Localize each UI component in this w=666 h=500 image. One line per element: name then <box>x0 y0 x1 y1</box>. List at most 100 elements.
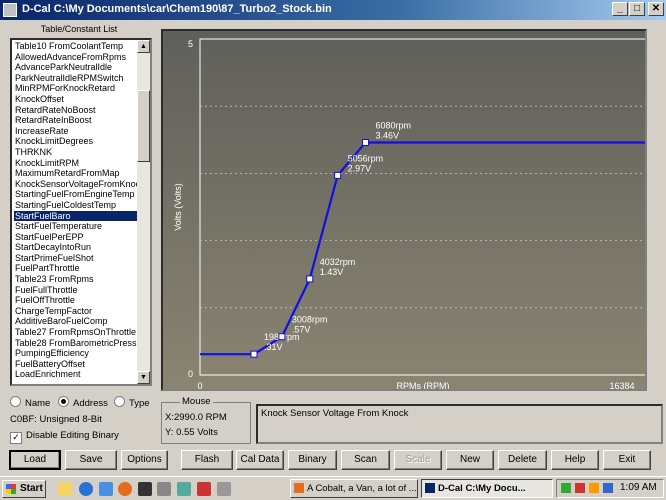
save-button[interactable]: Save <box>65 450 117 470</box>
mouse-y: Y: 0.55 Volts <box>165 427 218 438</box>
quicklaunch-folder-icon[interactable] <box>58 482 72 496</box>
mouse-group: Mouse X:2990.0 RPM Y: 0.55 Volts <box>161 396 251 444</box>
taskbar-item-browser[interactable]: A Cobalt, a Van, a lot of ... <box>290 479 418 498</box>
data-label: 3.46V <box>376 130 400 140</box>
list-item[interactable]: KnockLimitDegrees <box>14 136 139 147</box>
load-button[interactable]: Load <box>9 450 61 470</box>
list-item[interactable]: AllowedAdvanceFromRpms <box>14 52 139 63</box>
list-item[interactable]: MinRPMForKnockRetard <box>14 83 139 94</box>
title-bar[interactable]: D-Cal C:\My Documents\car\Chem190\87_Tur… <box>0 0 666 20</box>
scroll-down-button[interactable]: ▼ <box>137 371 150 384</box>
list-item[interactable]: StartingFuelColdestTemp <box>14 200 139 211</box>
list-item[interactable]: IncreaseRate <box>14 126 139 137</box>
list-item[interactable]: AdditiveBaroFuelComp <box>14 316 139 327</box>
list-item[interactable]: LoadEnrichment <box>14 369 139 380</box>
list-item[interactable]: THRKNK <box>14 147 139 158</box>
list-item[interactable]: ParkNeutralIdleRPMSwitch <box>14 73 139 84</box>
close-button[interactable]: ✕ <box>648 2 664 16</box>
data-label: 1.43V <box>320 267 344 277</box>
list-item[interactable]: Table23 FromRpms <box>14 274 139 285</box>
delete-button[interactable]: Delete <box>498 450 547 470</box>
tray-app-icon[interactable] <box>603 483 613 493</box>
radio-circle[interactable] <box>58 396 69 407</box>
scroll-up-button[interactable]: ▲ <box>137 40 150 53</box>
data-label: 4032rpm <box>320 257 356 267</box>
list-item[interactable]: StartFuelPerEPP <box>14 232 139 243</box>
list-item[interactable]: StartingFuelFromEngineTemp <box>14 189 139 200</box>
list-item[interactable]: KnockLimitRPM <box>14 158 139 169</box>
radio-circle[interactable] <box>10 396 21 407</box>
list-item[interactable]: Table10 FromCoolantTemp <box>14 41 139 52</box>
clock[interactable]: 1:09 AM <box>620 482 657 493</box>
quicklaunch-desktop-icon[interactable] <box>99 482 113 496</box>
data-point <box>334 171 342 179</box>
description-box: Knock Sensor Voltage From Knock <box>256 404 663 444</box>
list-item[interactable]: AdvanceParkNeutralIdle <box>14 62 139 73</box>
list-item[interactable]: StartFuelBaro <box>14 210 139 222</box>
quicklaunch-util-icon[interactable] <box>177 482 191 496</box>
exit-button[interactable]: Exit <box>603 450 651 470</box>
dcal-icon <box>425 483 435 493</box>
list-item[interactable]: RetardRateInBoost <box>14 115 139 126</box>
new-button[interactable]: New <box>446 450 494 470</box>
tray-security-icon[interactable] <box>575 483 585 493</box>
table-constant-list[interactable]: Table10 FromCoolantTemp AllowedAdvanceFro… <box>10 38 152 386</box>
list-item[interactable]: ChargeTempFactor <box>14 306 139 317</box>
list-item[interactable]: StartPrimeFuelShot <box>14 253 139 264</box>
x-tick-label: 0 <box>197 381 202 389</box>
list-item[interactable]: PumpingEfficiency <box>14 348 139 359</box>
cobf-info: C0BF: Unsigned 8-Bit <box>10 414 102 425</box>
mouse-label: Mouse <box>180 396 213 407</box>
y-tick-label: 5 <box>188 39 193 49</box>
scale-button[interactable]: Scale <box>394 450 442 470</box>
list-item[interactable]: KnockOffset <box>14 94 139 105</box>
view-mode-radio-name[interactable]: Name <box>10 396 50 409</box>
view-mode-radio-type[interactable]: Type <box>114 396 150 409</box>
minimize-button[interactable]: _ <box>612 2 628 16</box>
cal-data-button[interactable]: Cal Data <box>236 450 284 470</box>
list-item[interactable]: FuelFullThrottle <box>14 285 139 296</box>
disable-editing-checkbox[interactable]: ✓ Disable Editing Binary <box>10 430 119 444</box>
flash-button[interactable]: Flash <box>181 450 233 470</box>
list-item[interactable]: MaximumRetardFromMap <box>14 168 139 179</box>
tray-volume-icon[interactable] <box>589 483 599 493</box>
list-item[interactable]: Table28 FromBarometricPressu <box>14 338 139 349</box>
quicklaunch-misc-icon[interactable] <box>217 482 231 496</box>
options-button[interactable]: Options <box>121 450 168 470</box>
data-point <box>362 138 370 146</box>
maximize-button[interactable]: □ <box>629 2 645 16</box>
quicklaunch-ie-icon[interactable] <box>79 482 93 496</box>
binary-button[interactable]: Binary <box>288 450 337 470</box>
list-item[interactable]: RetardRateNoBoost <box>14 105 139 116</box>
quicklaunch-tool-icon[interactable] <box>157 482 171 496</box>
y-tick-label: 0 <box>188 369 193 379</box>
scan-button[interactable]: Scan <box>341 450 390 470</box>
scroll-thumb[interactable] <box>137 90 150 162</box>
checkbox-box[interactable]: ✓ <box>10 432 22 444</box>
view-mode-radio-address[interactable]: Address <box>58 396 108 409</box>
list-item[interactable]: FuelOffThrottle <box>14 295 139 306</box>
list-items: Table10 FromCoolantTemp AllowedAdvanceFro… <box>14 41 139 380</box>
data-label: .57V <box>292 325 311 335</box>
list-item[interactable]: KnockSensorVoltageFromKnoc <box>14 179 139 190</box>
radio-circle[interactable] <box>114 396 125 407</box>
taskbar-item-dcal[interactable]: D-Cal C:\My Docu... <box>421 479 553 498</box>
list-item[interactable]: Table27 FromRpmsOnThrottle <box>14 327 139 338</box>
list-item[interactable]: StartDecayIntoRun <box>14 242 139 253</box>
list-item[interactable]: StartFuelTemperature <box>14 221 139 232</box>
app-icon[interactable] <box>3 3 17 17</box>
list-item[interactable]: FuelPartThrottle <box>14 263 139 274</box>
graph-panel[interactable]: 50016384RPMs (RPM)Volts (Volts)1984rpm.3… <box>161 29 647 391</box>
chart[interactable]: 50016384RPMs (RPM)Volts (Volts)1984rpm.3… <box>163 31 645 389</box>
list-item[interactable]: FuelBatteryOffset <box>14 359 139 370</box>
quicklaunch-app-icon[interactable] <box>138 482 152 496</box>
x-tick-label: 16384 <box>609 381 634 389</box>
start-button[interactable]: Start <box>2 480 46 498</box>
list-scrollbar[interactable]: ▲ ▼ <box>137 40 150 384</box>
task-label: D-Cal C:\My Docu... <box>438 483 526 494</box>
list-header: Table/Constant List <box>40 24 118 34</box>
quicklaunch-media-icon[interactable] <box>197 482 211 496</box>
help-button[interactable]: Help <box>551 450 599 470</box>
tray-network-icon[interactable] <box>561 483 571 493</box>
quicklaunch-firefox-icon[interactable] <box>118 482 132 496</box>
